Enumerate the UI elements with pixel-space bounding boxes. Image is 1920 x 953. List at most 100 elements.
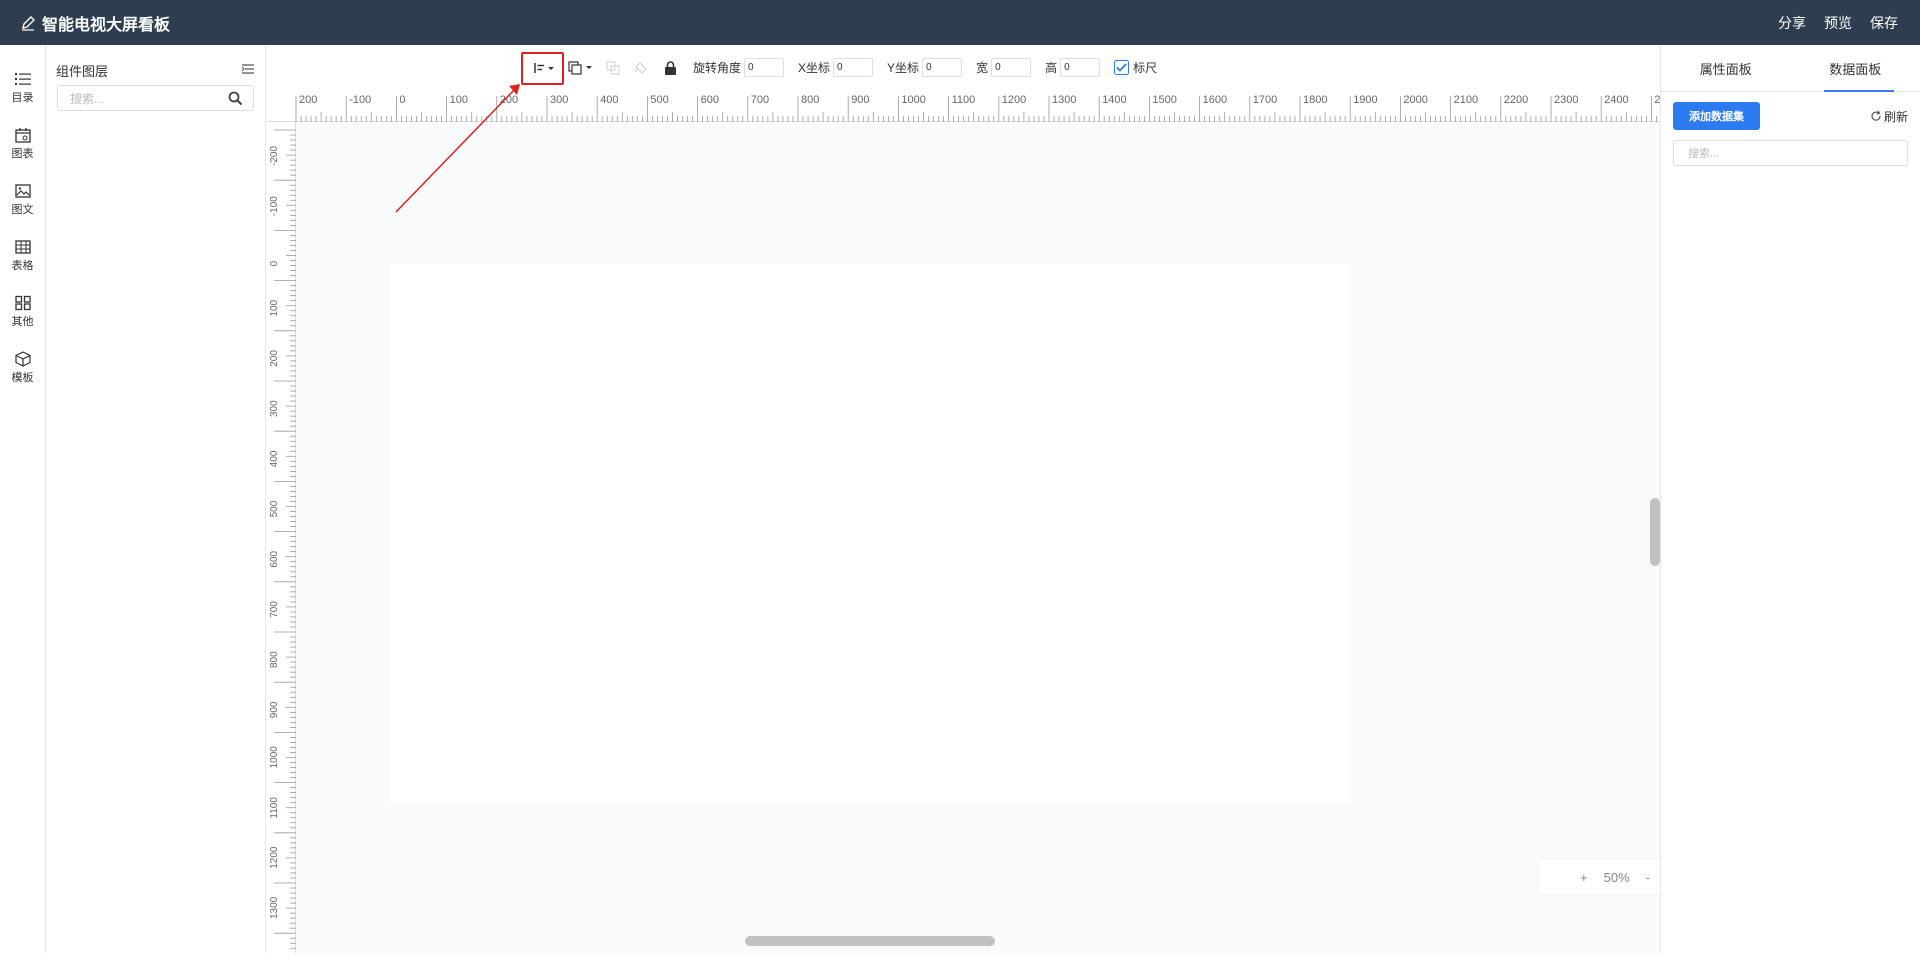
top-header: 智能电视大屏看板 分享 预览 保存 [0, 0, 1920, 45]
copy-layer-icon [568, 60, 592, 75]
dataset-search-input[interactable]: 搜索... [1673, 140, 1908, 166]
artboard[interactable] [389, 264, 1349, 804]
ruler-label: 1900 [1353, 94, 1377, 106]
nav-label: 图表 [11, 147, 34, 160]
ruler-label: 2300 [1554, 94, 1578, 106]
width-input[interactable]: 0 [991, 58, 1032, 77]
ruler-label: 标尺 [1133, 61, 1158, 75]
table-icon [14, 238, 32, 256]
ruler-label: 1200 [1002, 94, 1026, 106]
ruler-label: 300 [550, 94, 568, 106]
ruler-label: 2000 [1403, 94, 1427, 106]
ruler-label: 400 [600, 94, 618, 106]
grid-icon [14, 294, 32, 312]
annotation-arrow [395, 84, 520, 213]
nav-label: 其他 [11, 315, 34, 328]
ruler-label: 1300 [1052, 94, 1076, 106]
ruler-label: 1000 [901, 94, 925, 106]
save-button[interactable]: 保存 [1870, 13, 1898, 33]
ruler-label: 1300 [269, 896, 280, 919]
pen-icon [22, 15, 35, 31]
ruler-label: 800 [269, 651, 280, 668]
ruler-label: 1000 [269, 746, 280, 769]
layers-search-input[interactable]: 搜索... [57, 85, 254, 111]
ruler-label: 1800 [1303, 94, 1327, 106]
refresh-button[interactable]: 刷新 [1870, 108, 1908, 125]
ruler-label: 1500 [1152, 94, 1176, 106]
refresh-icon [1871, 110, 1881, 121]
lock-icon[interactable] [659, 60, 681, 75]
y-input[interactable]: 0 [922, 58, 963, 77]
nav-item-table[interactable]: 表格 [0, 227, 45, 283]
search-icon[interactable] [228, 91, 243, 109]
ruler-label: 600 [269, 550, 280, 567]
ruler-label: 200 [269, 350, 280, 367]
nav-item-chart[interactable]: 图表 [0, 115, 45, 171]
ruler-label: 600 [701, 94, 719, 106]
cube-icon [14, 350, 32, 368]
rotate-input[interactable]: 0 [744, 58, 785, 77]
nav-item-image-text[interactable]: 图文 [0, 171, 45, 227]
rotate-label: 旋转角度 [693, 61, 742, 75]
zoom-out-button[interactable]: - [1646, 870, 1650, 885]
preview-button[interactable]: 预览 [1824, 13, 1852, 33]
share-button[interactable]: 分享 [1778, 13, 1806, 33]
vertical-scrollbar[interactable] [1650, 498, 1660, 566]
chart-icon [14, 126, 32, 144]
height-label: 高 [1045, 61, 1058, 75]
layers-title: 组件图层 [56, 63, 109, 79]
image-text-icon [14, 182, 32, 200]
zoom-in-button[interactable]: + [1580, 870, 1588, 885]
ruler-label: -200 [269, 146, 280, 166]
tab-properties[interactable]: 属性面板 [1661, 45, 1791, 91]
ruler-label: 1200 [269, 846, 280, 869]
ruler-label: -100 [269, 196, 280, 216]
search-placeholder: 搜索... [70, 91, 105, 106]
ruler-label: 700 [269, 601, 280, 618]
left-nav: 目录 图表 图文 表格 其他 模板 [0, 45, 46, 953]
x-label: X坐标 [798, 61, 831, 75]
right-panel: 属性面板 数据面板 添加数据集 刷新 搜索... [1660, 45, 1920, 953]
layer-order-dropdown[interactable] [565, 60, 597, 75]
height-input[interactable]: 0 [1060, 58, 1101, 77]
nav-item-catalog[interactable]: 目录 [0, 59, 45, 115]
ruler-label: 400 [269, 450, 280, 467]
nav-label: 目录 [11, 91, 34, 104]
ruler-label: 2200 [1504, 94, 1528, 106]
nav-label: 模板 [11, 371, 34, 384]
ruler-checkbox[interactable] [1114, 60, 1130, 75]
list-icon [14, 70, 32, 88]
ruler-label: 700 [751, 94, 769, 106]
nav-item-other[interactable]: 其他 [0, 283, 45, 339]
ruler-label: 200 [299, 94, 317, 106]
collapse-menu-icon[interactable] [241, 63, 255, 78]
ruler-label: 100 [269, 299, 280, 316]
group-icon[interactable] [601, 60, 625, 76]
ungroup-icon[interactable] [629, 60, 653, 76]
nav-label: 图文 [11, 203, 34, 216]
check-icon [1114, 60, 1130, 75]
ruler-label: 900 [269, 701, 280, 718]
layers-panel: 组件图层 搜索... [46, 45, 266, 953]
add-dataset-button[interactable]: 添加数据集 [1673, 102, 1760, 130]
y-label: Y坐标 [887, 61, 920, 75]
x-input[interactable]: 0 [833, 58, 874, 77]
ruler-label: 900 [851, 94, 869, 106]
horizontal-scrollbar[interactable] [745, 936, 995, 946]
ruler-label: 1100 [952, 94, 976, 106]
nav-item-template[interactable]: 模板 [0, 339, 45, 395]
ruler-label: 500 [650, 94, 668, 106]
app-logo: 智能电视大屏看板 [20, 11, 170, 35]
search-placeholder: 搜索... [1688, 148, 1720, 160]
ruler-label: 300 [269, 400, 280, 417]
ruler-label: 1600 [1203, 94, 1227, 106]
ruler-label: 1400 [1102, 94, 1126, 106]
nav-label: 表格 [11, 259, 34, 272]
ruler-label: 2400 [1604, 94, 1628, 106]
refresh-label: 刷新 [1883, 109, 1908, 124]
app-title: 智能电视大屏看板 [42, 16, 171, 34]
ruler-label: 800 [801, 94, 819, 106]
tab-data[interactable]: 数据面板 [1791, 45, 1920, 92]
ruler-label: 1100 [269, 797, 280, 819]
ruler-label: 2100 [1454, 94, 1478, 106]
